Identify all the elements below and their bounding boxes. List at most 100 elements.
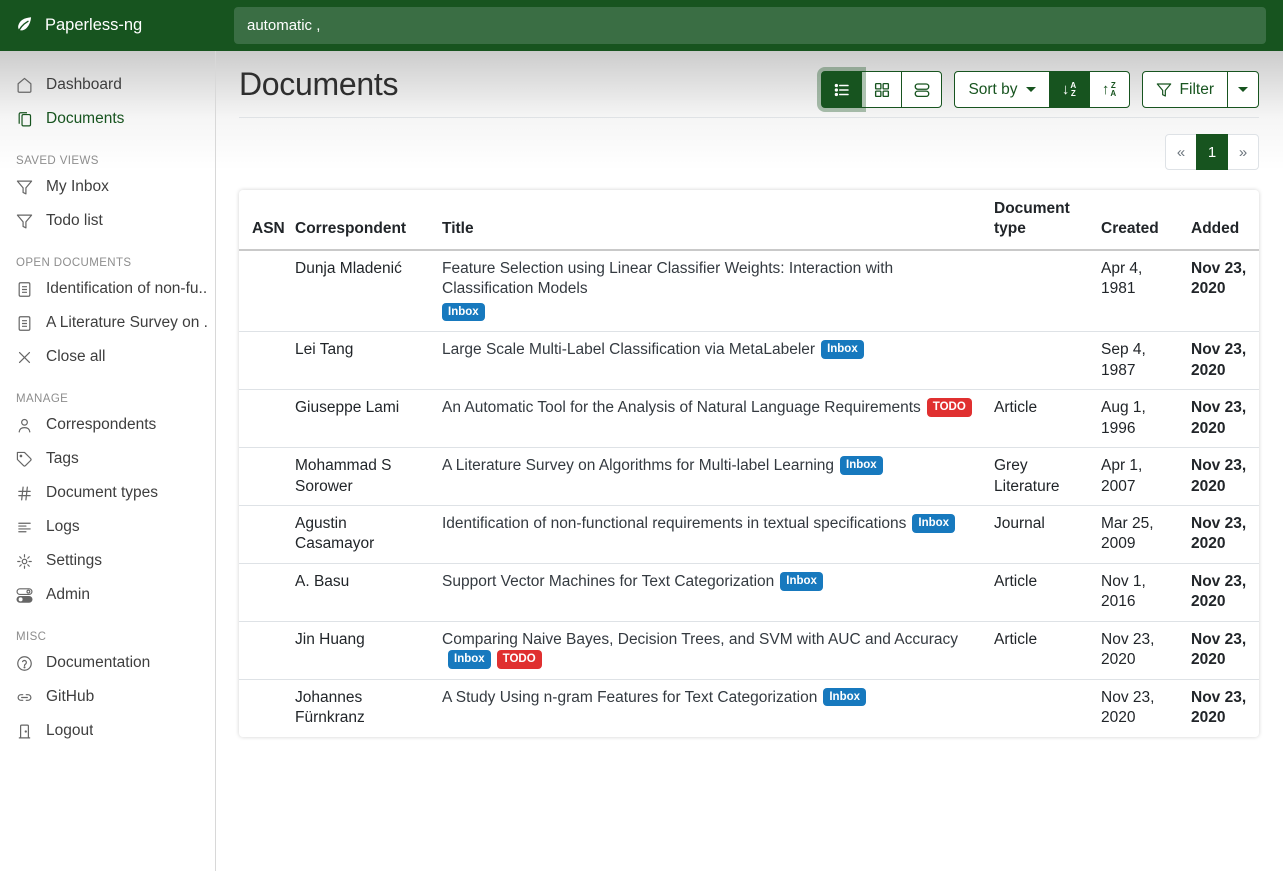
added-cell: Nov 23, 2020 xyxy=(1181,390,1259,448)
document-type-cell: Article xyxy=(984,390,1091,448)
sidebar-item-document-types[interactable]: Document types xyxy=(0,476,215,510)
help-circle-icon xyxy=(16,655,33,672)
sidebar-item-label: Documentation xyxy=(46,654,150,672)
sidebar-item-documents[interactable]: Documents xyxy=(0,102,215,136)
sort-down-az-icon: ↓AZ xyxy=(1062,82,1076,98)
sidebar-item-label: Dashboard xyxy=(46,76,122,94)
filter-group: Filter xyxy=(1142,71,1259,108)
sort-ascending-button[interactable]: ↓AZ xyxy=(1049,71,1090,108)
brand-label: Paperless-ng xyxy=(45,16,142,35)
search-input[interactable] xyxy=(234,7,1266,44)
grid-view-icon xyxy=(873,81,891,99)
sidebar-item-logs[interactable]: Logs xyxy=(0,510,215,544)
created-cell: Nov 23, 2020 xyxy=(1091,621,1181,679)
filter-dropdown-button[interactable] xyxy=(1227,71,1259,108)
tag-badge-inbox[interactable]: Inbox xyxy=(780,572,823,591)
pagination-page-1[interactable]: 1 xyxy=(1196,134,1228,170)
main-content: Documents Sort by ↓AZ xyxy=(217,51,1283,871)
sidebar-item-todo-list[interactable]: Todo list xyxy=(0,204,215,238)
column-header-correspondent: Correspondent xyxy=(285,190,432,250)
sidebar-item-admin[interactable]: Admin xyxy=(0,578,215,612)
document-title-link[interactable]: An Automatic Tool for the Analysis of Na… xyxy=(442,399,921,416)
document-type-cell: Grey Literature xyxy=(984,448,1091,506)
sidebar-item-label: Documents xyxy=(46,110,124,128)
asn-cell xyxy=(239,448,285,506)
added-cell: Nov 23, 2020 xyxy=(1181,679,1259,736)
document-type-cell: Article xyxy=(984,563,1091,621)
correspondent-cell: Mohammad S Sorower xyxy=(285,448,432,506)
sidebar-item-github[interactable]: GitHub xyxy=(0,680,215,714)
asn-cell xyxy=(239,621,285,679)
caret-down-icon xyxy=(1026,87,1036,92)
title-cell: Feature Selection using Linear Classifie… xyxy=(432,250,984,332)
document-title-link[interactable]: Feature Selection using Linear Classifie… xyxy=(442,260,893,297)
sidebar-section-saved-views: SAVED VIEWS xyxy=(0,155,215,167)
pagination-prev-button[interactable]: « xyxy=(1165,134,1197,170)
added-cell: Nov 23, 2020 xyxy=(1181,563,1259,621)
correspondent-cell: Jin Huang xyxy=(285,621,432,679)
created-cell: Nov 23, 2020 xyxy=(1091,679,1181,736)
table-row: Lei Tang Large Scale Multi-Label Classif… xyxy=(239,332,1259,390)
sidebar-item-my-inbox[interactable]: My Inbox xyxy=(0,170,215,204)
added-cell: Nov 23, 2020 xyxy=(1181,332,1259,390)
file-text-icon xyxy=(16,315,33,332)
sidebar-item-correspondents[interactable]: Correspondents xyxy=(0,408,215,442)
leaf-logo-icon xyxy=(14,15,35,36)
brand-link[interactable]: Paperless-ng xyxy=(0,15,216,36)
sidebar-item-open-doc-2[interactable]: A Literature Survey on ... xyxy=(0,306,215,340)
tag-badge-inbox[interactable]: Inbox xyxy=(448,650,491,669)
sort-by-button[interactable]: Sort by xyxy=(954,71,1049,108)
sidebar-item-open-doc-1[interactable]: Identification of non-fu... xyxy=(0,272,215,306)
tag-badge-todo[interactable]: TODO xyxy=(497,650,542,669)
pagination-next-button[interactable]: » xyxy=(1227,134,1259,170)
document-title-link[interactable]: Support Vector Machines for Text Categor… xyxy=(442,573,774,590)
tag-badge-inbox[interactable]: Inbox xyxy=(840,456,883,475)
created-cell: Apr 4, 1981 xyxy=(1091,250,1181,332)
added-cell: Nov 23, 2020 xyxy=(1181,621,1259,679)
added-cell: Nov 23, 2020 xyxy=(1181,505,1259,563)
tag-badge-todo[interactable]: TODO xyxy=(927,398,972,417)
tag-badge-inbox[interactable]: Inbox xyxy=(821,340,864,359)
table-row: Jin Huang Comparing Naive Bayes, Decisio… xyxy=(239,621,1259,679)
sidebar-item-logout[interactable]: Logout xyxy=(0,714,215,748)
table-row: Dunja Mladenić Feature Selection using L… xyxy=(239,250,1259,332)
sort-by-label: Sort by xyxy=(968,81,1017,99)
document-type-cell xyxy=(984,679,1091,736)
table-row: A. Basu Support Vector Machines for Text… xyxy=(239,563,1259,621)
sidebar-item-label: Close all xyxy=(46,348,105,366)
document-title-link[interactable]: Large Scale Multi-Label Classification v… xyxy=(442,341,815,358)
sidebar-item-label: Correspondents xyxy=(46,416,156,434)
tag-badge-inbox[interactable]: Inbox xyxy=(912,514,955,533)
text-lines-icon xyxy=(16,519,33,536)
sidebar-section-open-documents: OPEN DOCUMENTS xyxy=(0,257,215,269)
sidebar-item-close-all[interactable]: Close all xyxy=(0,340,215,374)
document-title-link[interactable]: A Study Using n-gram Features for Text C… xyxy=(442,689,817,706)
sidebar-item-dashboard[interactable]: Dashboard xyxy=(0,68,215,102)
document-title-link[interactable]: Identification of non-functional require… xyxy=(442,515,906,532)
sort-descending-button[interactable]: ↑ZA xyxy=(1089,71,1130,108)
sidebar: Dashboard Documents SAVED VIEWS My Inbox… xyxy=(0,51,216,871)
grid-view-button[interactable] xyxy=(861,71,902,108)
column-header-created: Created xyxy=(1091,190,1181,250)
sidebar-item-tags[interactable]: Tags xyxy=(0,442,215,476)
sidebar-section-manage: MANAGE xyxy=(0,393,215,405)
sidebar-item-documentation[interactable]: Documentation xyxy=(0,646,215,680)
asn-cell xyxy=(239,505,285,563)
sidebar-item-label: Identification of non-fu... xyxy=(46,280,207,298)
tag-badge-inbox[interactable]: Inbox xyxy=(442,303,485,322)
table-row: Giuseppe Lami An Automatic Tool for the … xyxy=(239,390,1259,448)
close-icon xyxy=(16,349,33,366)
document-title-link[interactable]: Comparing Naive Bayes, Decision Trees, a… xyxy=(442,631,958,648)
top-navbar: Paperless-ng xyxy=(0,0,1283,51)
document-title-link[interactable]: A Literature Survey on Algorithms for Mu… xyxy=(442,457,834,474)
sidebar-item-label: Logs xyxy=(46,518,80,536)
tag-badge-inbox[interactable]: Inbox xyxy=(823,688,866,707)
list-view-button[interactable] xyxy=(821,71,862,108)
title-cell: Large Scale Multi-Label Classification v… xyxy=(432,332,984,390)
correspondent-cell: Lei Tang xyxy=(285,332,432,390)
sidebar-item-label: GitHub xyxy=(46,688,94,706)
filter-button[interactable]: Filter xyxy=(1142,71,1228,108)
sidebar-item-settings[interactable]: Settings xyxy=(0,544,215,578)
details-view-button[interactable] xyxy=(901,71,942,108)
asn-cell xyxy=(239,563,285,621)
